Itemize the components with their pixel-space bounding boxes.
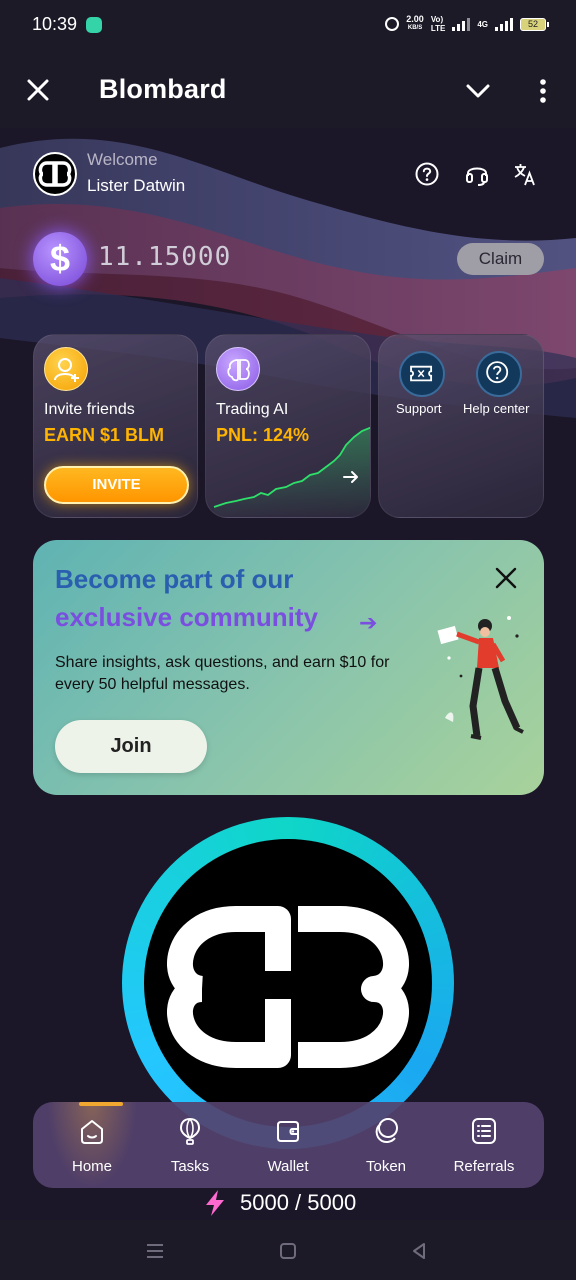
lightning-icon [206, 1190, 224, 1216]
add-user-icon [44, 347, 88, 391]
trading-ai-card[interactable]: Trading AI PNL: 124% [205, 334, 371, 518]
bottom-navigation: Home Tasks Wallet Token Referrals [33, 1102, 544, 1188]
help-icon[interactable] [414, 161, 440, 187]
network-type: 4G [477, 19, 488, 29]
signal-icon [452, 17, 471, 31]
nav-referrals-label: Referrals [453, 1158, 515, 1175]
back-icon[interactable] [408, 1240, 430, 1262]
alarm-icon [385, 17, 400, 31]
speed-value: 2.00 [406, 14, 424, 24]
banner-arrow-icon[interactable]: ➔ [359, 610, 377, 636]
invite-title: Invite friends [44, 401, 135, 418]
user-name: Lister Datwin [87, 176, 186, 195]
main-content: Welcome Lister Datwin $ 11.15000 Claim I… [0, 128, 576, 1220]
help-center-icon[interactable] [476, 351, 522, 397]
invite-button[interactable]: INVITE [44, 466, 189, 504]
nav-wallet[interactable]: Wallet [238, 1102, 338, 1188]
notification-app-icon [86, 17, 102, 33]
nav-token[interactable]: Token [336, 1102, 436, 1188]
app-title: Blombard [99, 74, 227, 104]
join-button[interactable]: Join [55, 720, 207, 773]
network-speed: 2.00 KB/S [406, 15, 424, 33]
blombard-logo-icon [167, 906, 409, 1068]
nav-home-label: Home [71, 1158, 112, 1175]
energy-indicator: 5000 / 5000 [200, 1188, 356, 1218]
volte-bottom: LTE [430, 24, 446, 33]
list-icon [472, 1118, 496, 1144]
more-vertical-icon[interactable] [534, 78, 552, 104]
big-logo-inner [144, 839, 432, 1127]
nav-wallet-label: Wallet [267, 1158, 309, 1175]
status-time: 10:39 [32, 14, 78, 34]
status-indicators: 2.00 KB/S Vo) LTE 4G 52 [385, 15, 549, 33]
token-icon [375, 1118, 398, 1143]
dollar-coin-icon: $ [33, 232, 87, 286]
home-button-icon[interactable] [277, 1240, 299, 1262]
balloon-icon [179, 1117, 201, 1145]
volte-top: Vo) [430, 15, 444, 24]
user-avatar-logo [33, 152, 77, 196]
translate-icon[interactable] [512, 161, 538, 187]
status-bar: 10:39 2.00 KB/S Vo) LTE 4G 52 [0, 0, 576, 52]
invite-subtitle: EARN $1 BLM [44, 425, 165, 445]
nav-home[interactable]: Home [42, 1102, 142, 1188]
nav-referrals[interactable]: Referrals [434, 1102, 534, 1188]
invite-card[interactable]: Invite friends EARN $1 BLM INVITE [33, 334, 198, 518]
claim-button[interactable]: Claim [457, 243, 544, 275]
close-icon[interactable] [24, 76, 52, 104]
nav-tasks-label: Tasks [170, 1158, 210, 1175]
blombard-big-logo[interactable] [122, 817, 454, 1149]
app-bar: Blombard [0, 52, 576, 128]
signal-icon-2 [495, 17, 513, 31]
support-label[interactable]: Support [396, 401, 442, 416]
banner-headline-2[interactable]: exclusive community [55, 602, 318, 633]
balance-amount: 11.15000 [98, 242, 232, 272]
close-icon[interactable] [494, 566, 518, 590]
battery-icon: 52 [520, 17, 549, 31]
nav-token-label: Token [365, 1158, 407, 1175]
volte-indicator: Vo) LTE [431, 15, 446, 33]
home-icon [81, 1120, 103, 1144]
blombard-logo-icon [38, 161, 72, 187]
welcome-label: Welcome [87, 150, 158, 169]
brain-icon [216, 347, 260, 391]
nav-tasks[interactable]: Tasks [140, 1102, 240, 1188]
banner-headline-1: Become part of our [55, 564, 294, 594]
recent-apps-icon[interactable] [144, 1240, 166, 1262]
ticket-icon[interactable] [399, 351, 445, 397]
community-banner: Become part of our exclusive community ➔… [33, 540, 544, 795]
help-center-label[interactable]: Help center [463, 401, 529, 416]
wallet-icon [277, 1121, 299, 1142]
nav-active-indicator [79, 1102, 123, 1106]
banner-body: Share insights, ask questions, and earn … [55, 654, 390, 693]
system-navigation-bar [0, 1220, 576, 1280]
arrow-right-icon[interactable] [341, 467, 361, 487]
speed-unit: KB/S [407, 25, 423, 31]
energy-value: 5000 / 5000 [240, 1190, 357, 1215]
chevron-down-icon[interactable] [464, 78, 492, 102]
headset-icon[interactable] [464, 161, 490, 187]
woman-illustration-icon [437, 616, 524, 740]
support-card: Support Help center [378, 334, 544, 518]
